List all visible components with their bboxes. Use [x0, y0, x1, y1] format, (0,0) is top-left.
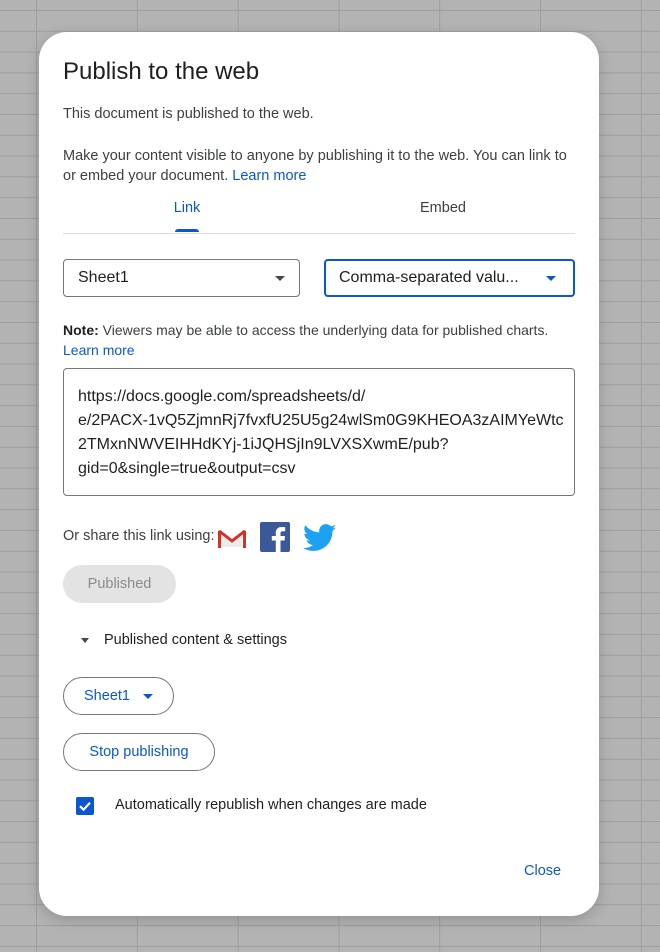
charts-note: Note: Viewers may be able to access the … — [63, 320, 583, 360]
sheet-select[interactable]: Sheet1 — [63, 259, 300, 297]
gmail-icon[interactable] — [216, 522, 248, 554]
dialog-title: Publish to the web — [63, 58, 260, 85]
description-body: Make your content visible to anyone by p… — [63, 148, 567, 184]
note-label: Note: — [63, 322, 99, 338]
tab-link[interactable]: Link — [147, 200, 227, 216]
sheet-select-value: Sheet1 — [78, 269, 129, 286]
auto-republish-checkbox[interactable] — [76, 797, 94, 815]
share-label: Or share this link using: — [63, 528, 215, 544]
url-line: gid=0&single=true&output=csv — [78, 460, 296, 477]
sheet-dropdown-button[interactable]: Sheet1 — [63, 677, 174, 715]
auto-republish-label: Automatically republish when changes are… — [115, 797, 427, 813]
tab-bar: Link Embed — [63, 192, 575, 234]
publish-dialog: Publish to the web This document is publ… — [39, 32, 599, 916]
published-url-field[interactable]: https://docs.google.com/spreadsheets/d/ … — [63, 368, 575, 496]
close-button[interactable]: Close — [524, 863, 561, 879]
stop-publishing-button[interactable]: Stop publishing — [63, 733, 215, 771]
dropdown-arrow-icon — [275, 276, 285, 281]
published-button[interactable]: Published — [63, 565, 176, 603]
note-learn-more-link[interactable]: Learn more — [63, 342, 135, 358]
dropdown-arrow-icon — [142, 693, 153, 699]
url-line: 2TMxnNWVEIHHdKYj-1iJQHSjIn9LVXSXwmE/pub? — [78, 436, 449, 453]
learn-more-link[interactable]: Learn more — [232, 168, 306, 184]
twitter-icon[interactable] — [303, 524, 337, 552]
tab-embed[interactable]: Embed — [403, 200, 483, 216]
publish-status-text: This document is published to the web. — [63, 106, 314, 122]
sheet-button-label: Sheet1 — [84, 688, 130, 704]
expand-triangle-icon — [81, 637, 89, 643]
description-text: Make your content visible to anyone by p… — [63, 146, 583, 186]
published-settings-label: Published content & settings — [104, 632, 287, 648]
facebook-icon[interactable] — [260, 522, 290, 552]
url-line: https://docs.google.com/spreadsheets/d/ — [78, 388, 366, 405]
published-settings-toggle[interactable]: Published content & settings — [77, 632, 287, 648]
active-tab-indicator — [175, 229, 199, 232]
url-line: e/2PACX-1vQ5ZjmnRj7fvxfU25U5g24wlSm0G9KH… — [78, 412, 564, 429]
dropdown-arrow-icon — [546, 276, 556, 281]
format-select-value: Comma-separated valu... — [339, 269, 519, 286]
format-select[interactable]: Comma-separated valu... — [324, 259, 575, 297]
note-text: Viewers may be able to access the underl… — [102, 322, 549, 338]
